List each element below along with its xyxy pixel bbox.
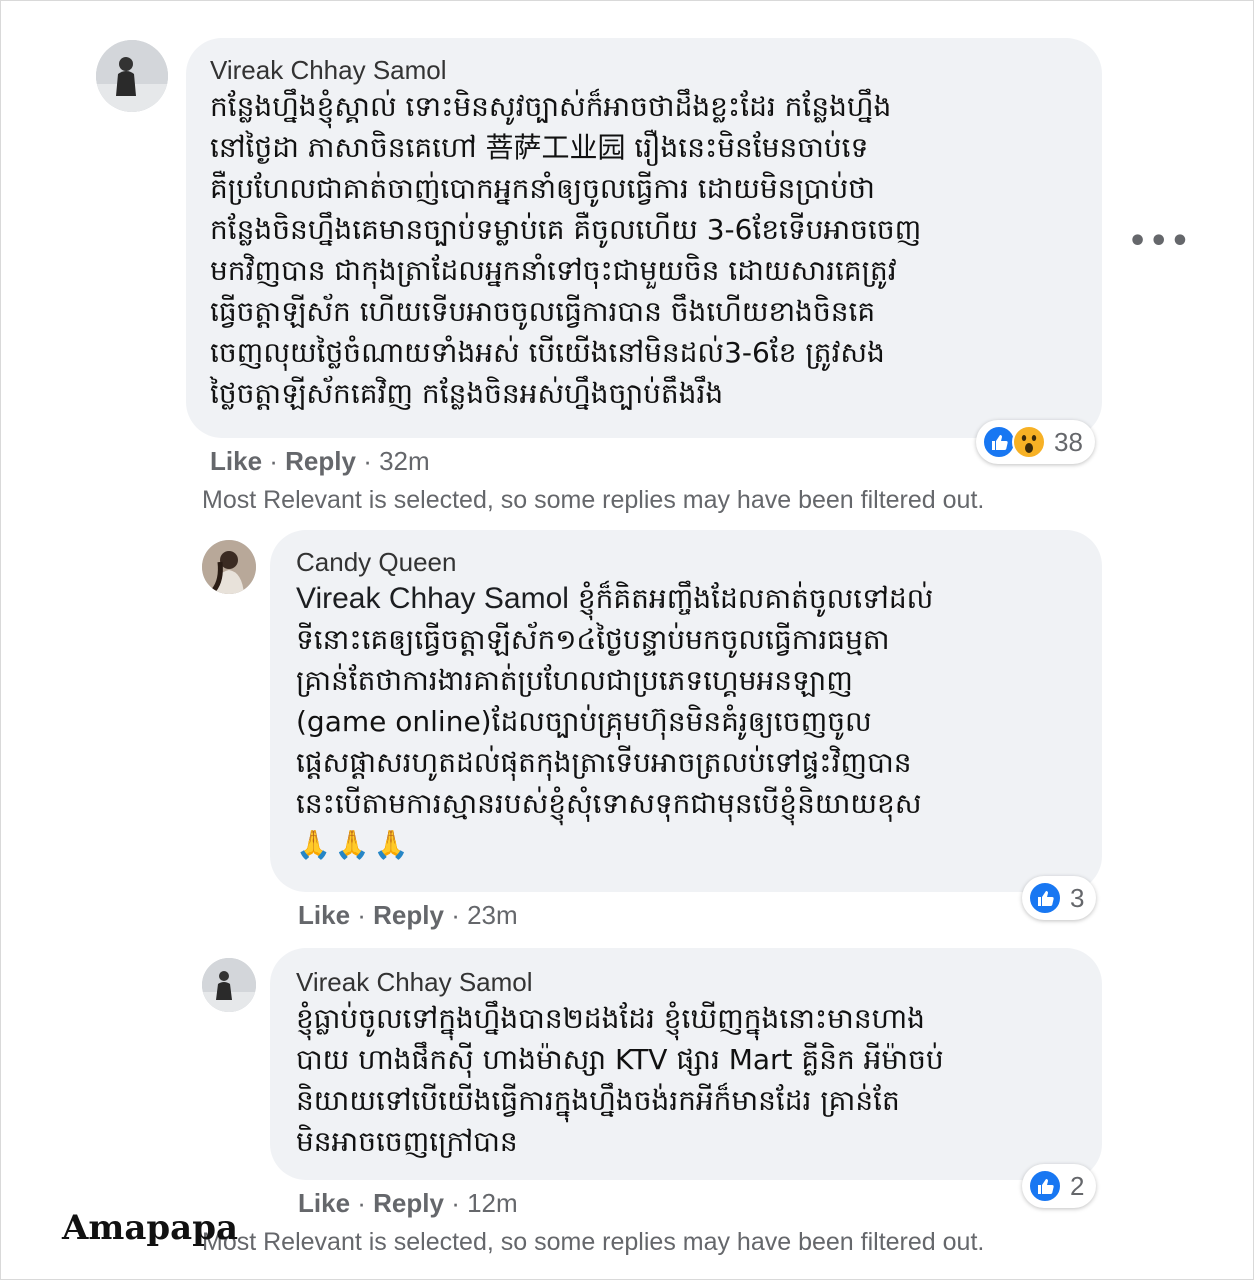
mention-tag[interactable]: Vireak Chhay Samol [296,582,569,615]
filter-note: Most Relevant is selected, so some repli… [202,486,985,514]
like-icon [982,425,1016,459]
comment-bubble: Vireak Chhay Samol ខ្ញុំធ្លាប់ចូលទៅក្នុង… [270,948,1102,1180]
avatar-photo [202,540,256,594]
avatar[interactable] [202,958,256,1012]
comment-timestamp[interactable]: 12m [467,1188,518,1218]
avatar[interactable] [96,40,168,112]
like-icon [1028,881,1062,915]
separator-dot: · [451,1188,468,1218]
like-button[interactable]: Like [298,900,350,930]
comment-author[interactable]: Vireak Chhay Samol [296,966,1076,998]
reaction-summary[interactable]: 2 [1022,1164,1097,1208]
reply-button[interactable]: Reply [373,900,444,930]
reaction-summary[interactable]: 38 [976,420,1095,464]
reaction-count: 3 [1070,882,1085,913]
comment-actions: Like · Reply · 23m [298,900,518,931]
like-button[interactable]: Like [210,446,262,476]
like-icon [1028,1169,1062,1203]
comment-actions: Like · Reply · 32m [210,446,430,477]
separator-dot: · [363,446,380,476]
comment-timestamp[interactable]: 23m [467,900,518,930]
avatar-photo [96,40,168,112]
reaction-summary[interactable]: 3 [1022,876,1097,920]
comment-text: Vireak Chhay Samol ខ្ញុំក៏គិតអញ្ចឹងដែលគា… [296,578,1076,824]
reply-button[interactable]: Reply [373,1188,444,1218]
reaction-count: 38 [1054,426,1083,457]
comment-bubble: Candy Queen Vireak Chhay Samol ខ្ញុំក៏គិ… [270,530,1102,892]
comment-author[interactable]: Vireak Chhay Samol [210,54,1078,86]
separator-dot: · [451,900,468,930]
comment-body: ខ្ញុំក៏គិតអញ្ចឹងដែលគាត់ចូលទៅដល់ ទីនោះគេឲ… [296,582,934,820]
wow-icon [1012,425,1046,459]
separator-dot: · [357,900,374,930]
comment-text: កន្លែងហ្នឹងខ្ញុំស្គាល់ ទោះមិនសូវច្បាស់ក៏… [210,90,922,410]
comment-text: ខ្ញុំធ្លាប់ចូលទៅក្នុងហ្នឹងបាន២ដងដែរ ខ្ញុ… [296,1002,944,1158]
reaction-count: 2 [1070,1170,1085,1201]
comment-bubble: Vireak Chhay Samol កន្លែងហ្នឹងខ្ញុំស្គាល… [186,38,1102,438]
avatar-photo [202,958,256,1012]
separator-dot: · [357,1188,374,1218]
comment-author[interactable]: Candy Queen [296,546,1076,578]
reply-button[interactable]: Reply [285,446,356,476]
emoji-row: 🙏🙏🙏 [296,828,413,861]
comment-actions: Like · Reply · 12m [298,1188,518,1219]
watermark: Amapapa [62,1208,238,1248]
more-options-icon[interactable]: ••• [1128,224,1192,259]
separator-dot: · [269,446,286,476]
comment-timestamp[interactable]: 32m [379,446,430,476]
like-button[interactable]: Like [298,1188,350,1218]
filter-note: Most Relevant is selected, so some repli… [202,1228,985,1256]
avatar[interactable] [202,540,256,594]
